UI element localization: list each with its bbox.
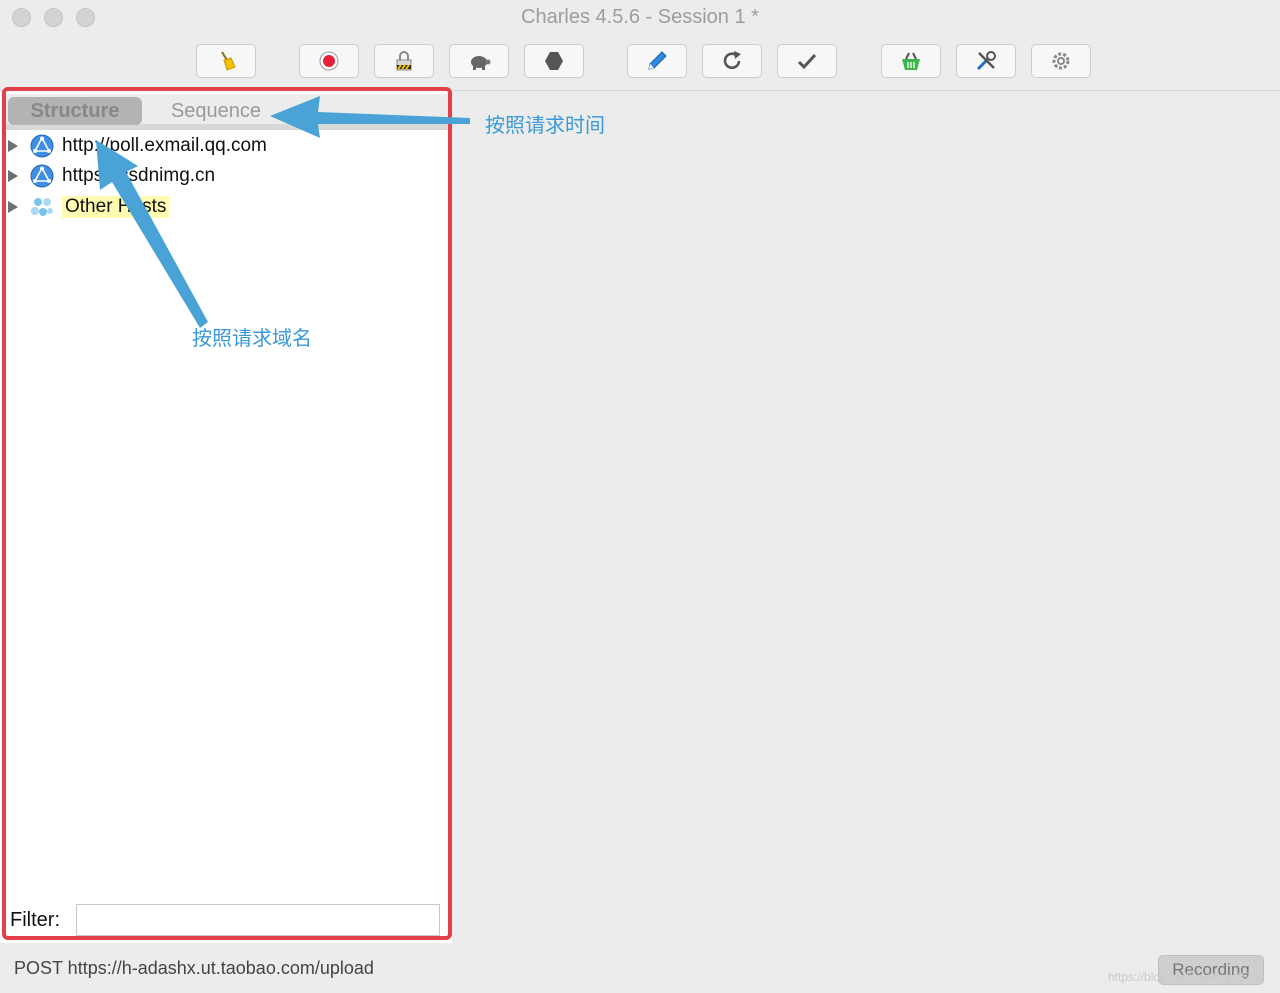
turtle-icon <box>471 56 491 70</box>
tree-item[interactable]: http://poll.exmail.qq.com <box>8 131 267 161</box>
tools-basket-button[interactable] <box>881 44 941 78</box>
globe-icon <box>30 134 54 158</box>
tree-item-label: Other Hosts <box>62 196 170 218</box>
breakpoints-button[interactable] <box>524 44 584 78</box>
tools-icon <box>976 51 996 71</box>
gear-icon <box>1052 52 1070 70</box>
repeat-button[interactable] <box>702 44 762 78</box>
filter-label: Filter: <box>10 909 60 931</box>
settings-button[interactable] <box>1031 44 1091 78</box>
stop-hexagon-icon <box>545 52 563 70</box>
annotation-by-time: 按照请求时间 <box>485 115 605 137</box>
title-bar: Charles 4.5.6 - Session 1 * <box>0 0 1280 91</box>
status-text: POST https://h-adashx.ut.taobao.com/uplo… <box>14 958 374 978</box>
throttle-button[interactable] <box>449 44 509 78</box>
watermark: https://blog.csdn.net/cy_3720 <box>1108 970 1265 984</box>
check-icon <box>797 53 817 70</box>
refresh-icon <box>723 51 741 70</box>
record-icon <box>319 51 339 71</box>
tab-sequence[interactable]: Sequence <box>146 97 286 125</box>
detail-pane <box>452 91 1280 943</box>
compose-button[interactable] <box>627 44 687 78</box>
view-tabs: Structure Sequence <box>6 94 448 130</box>
pen-icon <box>648 51 667 70</box>
filter-input[interactable] <box>76 904 440 936</box>
tools-button[interactable] <box>956 44 1016 78</box>
window-title: Charles 4.5.6 - Session 1 * <box>521 6 759 28</box>
basket-icon <box>902 52 920 70</box>
cluster-icon <box>31 198 53 216</box>
disclosure-triangle-icon[interactable] <box>8 140 18 152</box>
tree-item[interactable]: https://csdnimg.cn <box>8 161 215 191</box>
record-button[interactable] <box>299 44 359 78</box>
tree-item-label: https://csdnimg.cn <box>62 165 216 186</box>
ssl-proxy-lock-icon <box>396 51 412 71</box>
ssl-proxying-button[interactable] <box>374 44 434 78</box>
tree-item[interactable]: Other Hosts <box>8 192 170 222</box>
broom-icon <box>221 51 236 71</box>
disclosure-triangle-icon[interactable] <box>8 201 18 213</box>
disclosure-triangle-icon[interactable] <box>8 170 18 182</box>
globe-icon <box>30 164 54 188</box>
validate-button[interactable] <box>777 44 837 78</box>
tab-structure[interactable]: Structure <box>8 97 142 125</box>
annotation-by-domain: 按照请求域名 <box>192 328 312 350</box>
tree-item-label: http://poll.exmail.qq.com <box>62 135 267 156</box>
clear-session-button[interactable] <box>196 44 256 78</box>
